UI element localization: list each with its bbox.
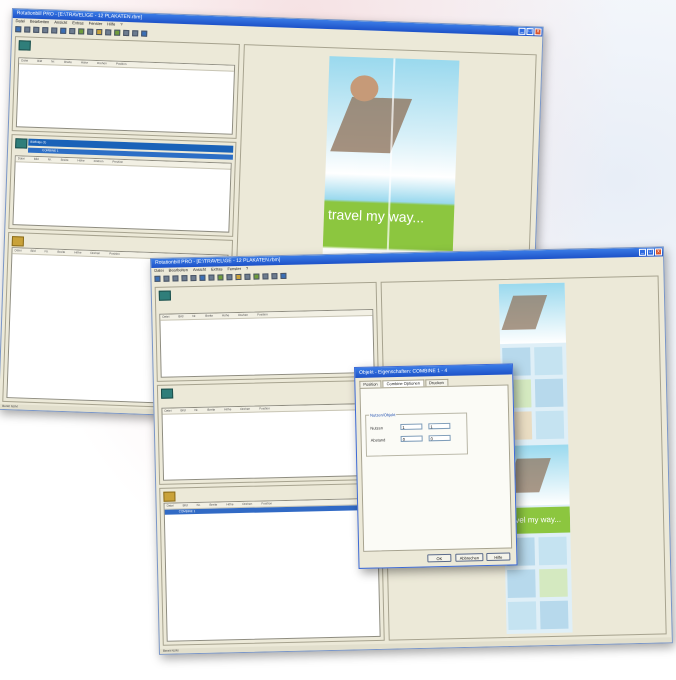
options-group: Nutzen/Objekt Nutzen 1 1 Abstand 0 0 — [365, 412, 469, 457]
cancel-button[interactable]: Abbrechen — [455, 553, 484, 562]
tile-icon[interactable] — [226, 274, 233, 281]
field-label: Nutzen — [370, 425, 384, 431]
back-list-2[interactable]: Datei Bild Nr. Breite Höhe Drehen Position — [12, 155, 232, 233]
poster-tile — [535, 410, 565, 440]
first-icon[interactable] — [181, 275, 188, 282]
close-button[interactable]: x — [654, 248, 663, 256]
folder-icon[interactable] — [96, 28, 103, 36]
front-pane-3: Datei Bild Nr. Breite Höhe Drehen Position COM… — [159, 482, 385, 646]
selected-row-label: COMBINE 1 — [178, 509, 196, 514]
beach-chair-graphic — [330, 96, 413, 154]
help-icon[interactable] — [141, 30, 148, 37]
image-list-icon — [158, 290, 171, 301]
group-label: Nutzen/Objekt — [369, 412, 397, 418]
properties-dialog: Objekt - Eigenschaften: COMBINE 1 - 4 Po… — [354, 363, 518, 569]
new-icon[interactable] — [154, 275, 161, 282]
help-icon[interactable] — [280, 272, 287, 280]
front-pane-1: Datei Bild Nr. Breite Höhe Drehen Position — [154, 281, 379, 382]
settings-icon[interactable] — [271, 273, 278, 280]
image-icon[interactable] — [217, 274, 224, 281]
column-header: Datei Bild Nr. Breite Höhe Drehen Position — [19, 58, 235, 72]
sequence-row-label: COMBINE 1 — [41, 148, 59, 153]
back-list-1[interactable]: Datei Bild Nr. Breite Höhe Drehen Position — [15, 57, 236, 135]
poster-tile — [539, 600, 569, 630]
minimize-button[interactable]: _ — [638, 248, 647, 256]
first-icon[interactable] — [42, 27, 49, 34]
back-pane-2: Bildfolge (1) COMBINE 1 Datei Bild Nr. Brei… — [8, 134, 237, 237]
zoom-icon[interactable] — [262, 273, 269, 280]
grid-icon[interactable] — [244, 273, 251, 280]
maximize-button[interactable]: □ — [526, 27, 534, 36]
folder-icon[interactable] — [235, 273, 242, 281]
front-pane-2: Datei Bild Nr. Breite Höhe Drehen Position — [156, 379, 382, 485]
field-label: Abstand — [370, 437, 386, 443]
back-arrow-icon[interactable] — [163, 275, 170, 282]
poster-tile — [539, 568, 568, 598]
last-icon[interactable] — [190, 274, 197, 282]
back-arrow-icon[interactable] — [24, 26, 31, 33]
ok-button[interactable]: OK — [427, 553, 452, 563]
forward-arrow-icon[interactable] — [33, 26, 40, 33]
last-icon[interactable] — [51, 27, 58, 34]
settings-icon[interactable] — [132, 30, 139, 37]
print-icon[interactable] — [199, 274, 206, 281]
rotate-icon[interactable] — [114, 29, 121, 36]
poster-tile — [507, 601, 537, 630]
forward-arrow-icon[interactable] — [172, 275, 179, 282]
minimize-button[interactable]: _ — [518, 27, 526, 35]
dialog-title: Objekt - Eigenschaften: COMBINE 1 - 4 — [359, 367, 448, 376]
dialog-title-bar: Objekt - Eigenschaften: COMBINE 1 - 4 — [355, 364, 513, 378]
folder-icon — [11, 236, 25, 247]
print-icon[interactable] — [60, 27, 67, 34]
poster-caption: travel my way... — [327, 206, 425, 226]
image-list-icon — [18, 40, 31, 51]
copy-icon[interactable] — [69, 28, 76, 35]
column-header: Datei Bild Nr. Breite Höhe Drehen Position — [162, 403, 375, 415]
close-button[interactable]: x — [534, 28, 542, 36]
folder-icon — [163, 491, 176, 502]
new-icon[interactable] — [15, 26, 22, 33]
sequence-icon — [160, 388, 174, 399]
image-icon[interactable] — [78, 28, 85, 35]
poster-tile — [534, 346, 563, 376]
front-list-1[interactable]: Datei Bild Nr. Breite Höhe Drehen Position — [159, 308, 375, 378]
tab-content: Nutzen/Objekt Nutzen 1 1 Abstand 0 0 — [359, 384, 513, 552]
maximize-button[interactable]: □ — [646, 248, 655, 256]
grid-icon[interactable] — [105, 29, 112, 36]
sequence-icon — [15, 138, 28, 149]
sequence-label: Bildfolge (1) — [30, 139, 47, 145]
back-pane-1: Datei Bild Nr. Breite Höhe Drehen Position — [11, 36, 240, 139]
poster-tile — [534, 378, 564, 408]
rotate-icon[interactable] — [253, 273, 260, 280]
column-header: Datei Bild Nr. Breite Höhe Drehen Position — [160, 309, 373, 321]
nutzen-input[interactable]: 1 — [400, 423, 423, 430]
help-button[interactable]: Hilfe — [486, 552, 511, 562]
nutzen-input-2[interactable]: 1 — [428, 422, 451, 430]
tile-icon[interactable] — [87, 28, 94, 35]
poster-tile — [507, 569, 536, 598]
front-list-3[interactable]: Datei Bild Nr. Breite Höhe Drehen Position COM… — [163, 497, 381, 642]
abstand-input-2[interactable]: 0 — [428, 434, 451, 442]
abstand-input[interactable]: 0 — [400, 435, 423, 442]
front-list-2[interactable]: Datei Bild Nr. Breite Höhe Drehen Position — [161, 402, 378, 481]
poster-tile — [538, 536, 568, 566]
copy-icon[interactable] — [208, 274, 215, 281]
zoom-icon[interactable] — [123, 29, 130, 37]
